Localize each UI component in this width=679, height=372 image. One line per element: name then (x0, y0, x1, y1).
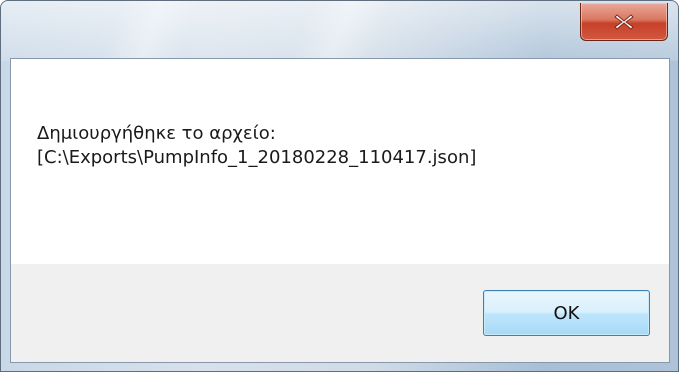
title-bar[interactable] (1, 1, 678, 59)
message-box-window: Δημιουργήθηκε το αρχείο: [C:\Exports\Pum… (0, 0, 679, 372)
close-icon (581, 3, 667, 40)
ok-button-label: OK (553, 302, 580, 324)
ok-button[interactable]: OK (483, 290, 650, 336)
dialog-client-area: Δημιουργήθηκε το αρχείο: [C:\Exports\Pum… (10, 58, 670, 363)
close-button[interactable] (580, 3, 668, 41)
message-panel: Δημιουργήθηκε το αρχείο: [C:\Exports\Pum… (11, 59, 669, 264)
button-panel: OK (11, 264, 669, 362)
message-text: Δημιουργήθηκε το αρχείο: [C:\Exports\Pum… (37, 123, 477, 168)
